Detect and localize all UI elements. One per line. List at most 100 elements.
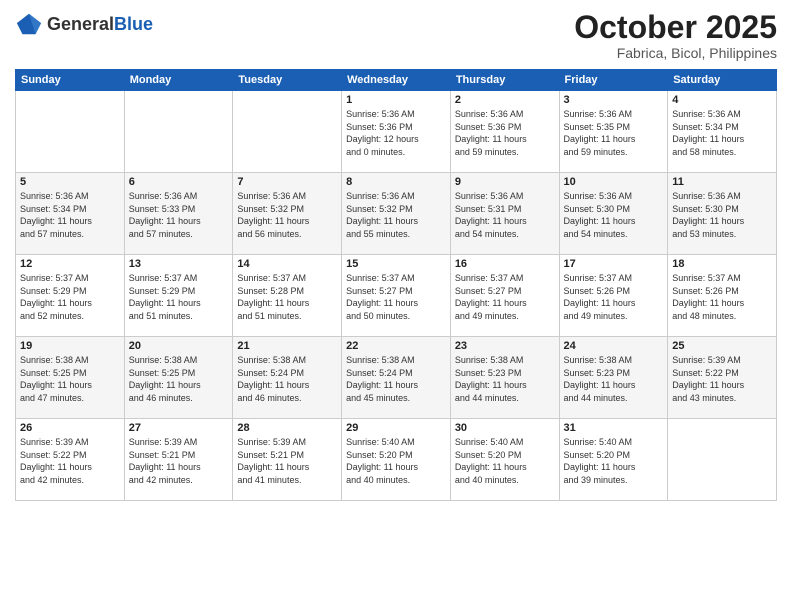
calendar-table: Sunday Monday Tuesday Wednesday Thursday… <box>15 69 777 501</box>
day-info: Sunrise: 5:39 AM Sunset: 5:22 PM Dayligh… <box>20 436 120 486</box>
day-info: Sunrise: 5:36 AM Sunset: 5:32 PM Dayligh… <box>237 190 337 240</box>
table-row: 22 Sunrise: 5:38 AM Sunset: 5:24 PM Dayli… <box>342 337 451 419</box>
day-number: 24 <box>564 340 664 352</box>
day-info: Sunrise: 5:36 AM Sunset: 5:30 PM Dayligh… <box>564 190 664 240</box>
month-title: October 2025 <box>574 10 777 45</box>
day-number: 10 <box>564 176 664 188</box>
table-row: 16 Sunrise: 5:37 AM Sunset: 5:27 PM Dayli… <box>450 255 559 337</box>
day-info: Sunrise: 5:37 AM Sunset: 5:27 PM Dayligh… <box>455 272 555 322</box>
day-number: 5 <box>20 176 120 188</box>
table-row: 11 Sunrise: 5:36 AM Sunset: 5:30 PM Dayli… <box>668 173 777 255</box>
header: GeneralBlue October 2025 Fabrica, Bicol,… <box>15 10 777 61</box>
week-row-3: 19 Sunrise: 5:38 AM Sunset: 5:25 PM Dayli… <box>16 337 777 419</box>
table-row: 15 Sunrise: 5:37 AM Sunset: 5:27 PM Dayli… <box>342 255 451 337</box>
day-number: 17 <box>564 258 664 270</box>
table-row: 18 Sunrise: 5:37 AM Sunset: 5:26 PM Dayli… <box>668 255 777 337</box>
day-info: Sunrise: 5:36 AM Sunset: 5:30 PM Dayligh… <box>672 190 772 240</box>
day-number: 11 <box>672 176 772 188</box>
day-info: Sunrise: 5:38 AM Sunset: 5:23 PM Dayligh… <box>455 354 555 404</box>
day-info: Sunrise: 5:37 AM Sunset: 5:29 PM Dayligh… <box>129 272 229 322</box>
day-info: Sunrise: 5:36 AM Sunset: 5:36 PM Dayligh… <box>346 108 446 158</box>
day-number: 19 <box>20 340 120 352</box>
table-row: 31Sunrise: 5:40 AM Sunset: 5:20 PM Dayli… <box>559 419 668 501</box>
day-number: 12 <box>20 258 120 270</box>
weekday-header-row: Sunday Monday Tuesday Wednesday Thursday… <box>16 70 777 91</box>
day-info: Sunrise: 5:36 AM Sunset: 5:34 PM Dayligh… <box>20 190 120 240</box>
table-row: 20Sunrise: 5:38 AM Sunset: 5:25 PM Dayli… <box>124 337 233 419</box>
day-info: Sunrise: 5:36 AM Sunset: 5:31 PM Dayligh… <box>455 190 555 240</box>
day-number: 14 <box>237 258 337 270</box>
table-row: 9 Sunrise: 5:36 AM Sunset: 5:31 PM Daylig… <box>450 173 559 255</box>
day-info: Sunrise: 5:38 AM Sunset: 5:23 PM Dayligh… <box>564 354 664 404</box>
day-number: 16 <box>455 258 555 270</box>
day-number: 9 <box>455 176 555 188</box>
day-info: Sunrise: 5:37 AM Sunset: 5:29 PM Dayligh… <box>20 272 120 322</box>
table-row: 13 Sunrise: 5:37 AM Sunset: 5:29 PM Dayli… <box>124 255 233 337</box>
table-row: 28 Sunrise: 5:39 AM Sunset: 5:21 PM Dayli… <box>233 419 342 501</box>
logo-general: General <box>47 14 114 34</box>
table-row: 1Sunrise: 5:36 AM Sunset: 5:36 PM Daylig… <box>342 91 451 173</box>
day-number: 18 <box>672 258 772 270</box>
table-row: 5 Sunrise: 5:36 AM Sunset: 5:34 PM Daylig… <box>16 173 125 255</box>
day-number: 21 <box>237 340 337 352</box>
day-number: 3 <box>564 94 664 106</box>
day-number: 25 <box>672 340 772 352</box>
day-info: Sunrise: 5:36 AM Sunset: 5:36 PM Dayligh… <box>455 108 555 158</box>
day-info: Sunrise: 5:37 AM Sunset: 5:26 PM Dayligh… <box>672 272 772 322</box>
day-info: Sunrise: 5:40 AM Sunset: 5:20 PM Dayligh… <box>455 436 555 486</box>
day-number: 27 <box>129 422 229 434</box>
table-row: 17Sunrise: 5:37 AM Sunset: 5:26 PM Dayli… <box>559 255 668 337</box>
day-number: 28 <box>237 422 337 434</box>
table-row: 25Sunrise: 5:39 AM Sunset: 5:22 PM Dayli… <box>668 337 777 419</box>
day-info: Sunrise: 5:38 AM Sunset: 5:25 PM Dayligh… <box>20 354 120 404</box>
day-info: Sunrise: 5:36 AM Sunset: 5:32 PM Dayligh… <box>346 190 446 240</box>
logo: GeneralBlue <box>15 10 153 38</box>
day-info: Sunrise: 5:39 AM Sunset: 5:21 PM Dayligh… <box>237 436 337 486</box>
week-row-1: 5 Sunrise: 5:36 AM Sunset: 5:34 PM Daylig… <box>16 173 777 255</box>
day-number: 6 <box>129 176 229 188</box>
table-row <box>233 91 342 173</box>
table-row: 24 Sunrise: 5:38 AM Sunset: 5:23 PM Dayli… <box>559 337 668 419</box>
header-thursday: Thursday <box>450 70 559 91</box>
day-number: 15 <box>346 258 446 270</box>
table-row: 19 Sunrise: 5:38 AM Sunset: 5:25 PM Dayli… <box>16 337 125 419</box>
header-friday: Friday <box>559 70 668 91</box>
table-row: 23 Sunrise: 5:38 AM Sunset: 5:23 PM Dayli… <box>450 337 559 419</box>
table-row: 10 Sunrise: 5:36 AM Sunset: 5:30 PM Dayli… <box>559 173 668 255</box>
header-wednesday: Wednesday <box>342 70 451 91</box>
header-saturday: Saturday <box>668 70 777 91</box>
table-row: 8Sunrise: 5:36 AM Sunset: 5:32 PM Daylig… <box>342 173 451 255</box>
table-row: 29 Sunrise: 5:40 AM Sunset: 5:20 PM Dayli… <box>342 419 451 501</box>
logo-icon <box>15 10 43 38</box>
day-info: Sunrise: 5:37 AM Sunset: 5:27 PM Dayligh… <box>346 272 446 322</box>
day-number: 13 <box>129 258 229 270</box>
table-row: 7Sunrise: 5:36 AM Sunset: 5:32 PM Daylig… <box>233 173 342 255</box>
header-sunday: Sunday <box>16 70 125 91</box>
table-row: 14 Sunrise: 5:37 AM Sunset: 5:28 PM Dayli… <box>233 255 342 337</box>
day-info: Sunrise: 5:36 AM Sunset: 5:35 PM Dayligh… <box>564 108 664 158</box>
day-number: 22 <box>346 340 446 352</box>
page: GeneralBlue October 2025 Fabrica, Bicol,… <box>0 0 792 612</box>
week-row-0: 1Sunrise: 5:36 AM Sunset: 5:36 PM Daylig… <box>16 91 777 173</box>
week-row-4: 26Sunrise: 5:39 AM Sunset: 5:22 PM Dayli… <box>16 419 777 501</box>
day-info: Sunrise: 5:39 AM Sunset: 5:21 PM Dayligh… <box>129 436 229 486</box>
day-info: Sunrise: 5:36 AM Sunset: 5:34 PM Dayligh… <box>672 108 772 158</box>
table-row: 3 Sunrise: 5:36 AM Sunset: 5:35 PM Daylig… <box>559 91 668 173</box>
day-number: 31 <box>564 422 664 434</box>
table-row: 27 Sunrise: 5:39 AM Sunset: 5:21 PM Dayli… <box>124 419 233 501</box>
day-info: Sunrise: 5:40 AM Sunset: 5:20 PM Dayligh… <box>346 436 446 486</box>
table-row: 30 Sunrise: 5:40 AM Sunset: 5:20 PM Dayli… <box>450 419 559 501</box>
location: Fabrica, Bicol, Philippines <box>574 45 777 61</box>
day-number: 30 <box>455 422 555 434</box>
table-row: 6Sunrise: 5:36 AM Sunset: 5:33 PM Daylig… <box>124 173 233 255</box>
logo-blue: Blue <box>114 14 153 34</box>
day-info: Sunrise: 5:38 AM Sunset: 5:24 PM Dayligh… <box>346 354 446 404</box>
day-info: Sunrise: 5:37 AM Sunset: 5:28 PM Dayligh… <box>237 272 337 322</box>
day-number: 23 <box>455 340 555 352</box>
table-row: 4 Sunrise: 5:36 AM Sunset: 5:34 PM Daylig… <box>668 91 777 173</box>
week-row-2: 12 Sunrise: 5:37 AM Sunset: 5:29 PM Dayli… <box>16 255 777 337</box>
day-number: 29 <box>346 422 446 434</box>
table-row: 2Sunrise: 5:36 AM Sunset: 5:36 PM Daylig… <box>450 91 559 173</box>
day-info: Sunrise: 5:38 AM Sunset: 5:25 PM Dayligh… <box>129 354 229 404</box>
day-number: 4 <box>672 94 772 106</box>
